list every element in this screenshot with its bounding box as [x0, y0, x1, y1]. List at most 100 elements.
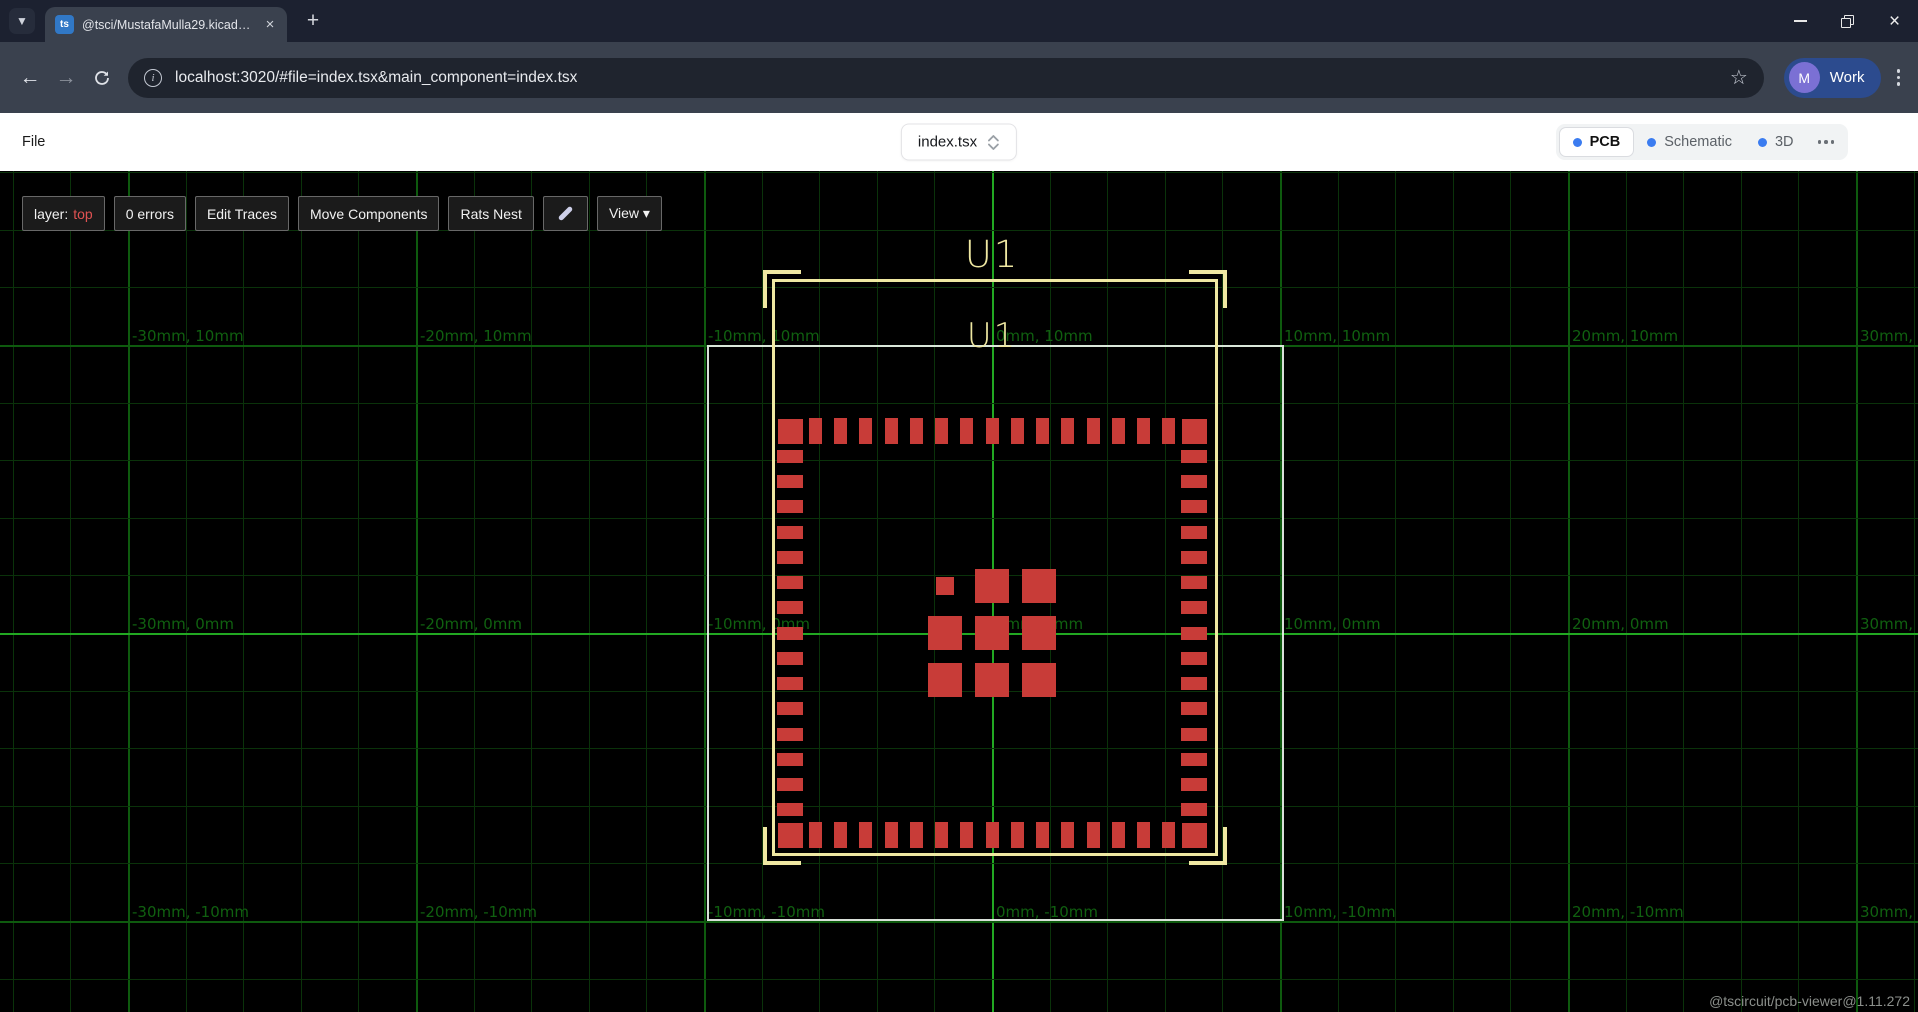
pcb-pad[interactable] [1022, 569, 1056, 603]
pcb-pad[interactable] [935, 418, 948, 444]
tab-pcb[interactable]: PCB [1559, 127, 1635, 157]
pcb-pad[interactable] [777, 652, 803, 665]
pcb-pad[interactable] [1181, 526, 1207, 539]
pcb-pad[interactable] [809, 418, 822, 444]
pcb-pad[interactable] [777, 627, 803, 640]
pcb-pad[interactable] [1182, 823, 1207, 848]
pcb-pad[interactable] [1112, 418, 1125, 444]
pcb-pad[interactable] [1181, 677, 1207, 690]
pcb-pad[interactable] [1087, 418, 1100, 444]
errors-button[interactable]: 0 errors [114, 196, 186, 231]
pcb-pad[interactable] [1162, 418, 1175, 444]
new-tab-button[interactable]: + [299, 7, 327, 35]
pcb-pad[interactable] [986, 418, 999, 444]
pcb-pad[interactable] [1181, 753, 1207, 766]
more-views-button[interactable] [1807, 140, 1846, 144]
pcb-pad[interactable] [834, 418, 847, 444]
pcb-pad[interactable] [777, 778, 803, 791]
pcb-pad[interactable] [910, 822, 923, 848]
pcb-pad[interactable] [777, 551, 803, 564]
pcb-pad[interactable] [1181, 728, 1207, 741]
pcb-pad[interactable] [928, 616, 962, 650]
window-restore-button[interactable] [1824, 0, 1871, 42]
pcb-pad[interactable] [777, 677, 803, 690]
pcb-pad[interactable] [777, 728, 803, 741]
pcb-pad[interactable] [1061, 418, 1074, 444]
pcb-pad[interactable] [885, 822, 898, 848]
pcb-pad[interactable] [1181, 500, 1207, 513]
back-button[interactable]: ← [12, 60, 48, 96]
pcb-pad[interactable] [777, 753, 803, 766]
forward-button[interactable]: → [48, 60, 84, 96]
pcb-pad[interactable] [777, 450, 803, 463]
pcb-pad[interactable] [1181, 702, 1207, 715]
pcb-pad[interactable] [1181, 652, 1207, 665]
pcb-pad[interactable] [1182, 419, 1207, 444]
layer-button[interactable]: layer: top [22, 196, 105, 231]
pcb-pad[interactable] [1181, 627, 1207, 640]
pcb-pad[interactable] [859, 418, 872, 444]
pcb-pad[interactable] [910, 418, 923, 444]
pcb-pad[interactable] [960, 822, 973, 848]
browser-tab[interactable]: ts @tsci/MustafaMulla29.kicad-lib × [45, 7, 287, 42]
pcb-pad[interactable] [1087, 822, 1100, 848]
pcb-pad[interactable] [778, 419, 803, 444]
tab-3d[interactable]: 3D [1745, 128, 1807, 156]
pcb-pad[interactable] [777, 526, 803, 539]
browser-menu-button[interactable] [1891, 63, 1907, 92]
pcb-pad[interactable] [1011, 822, 1024, 848]
pcb-pad[interactable] [1112, 822, 1125, 848]
pcb-pad[interactable] [777, 475, 803, 488]
pcb-pad[interactable] [1181, 803, 1207, 816]
pcb-pad[interactable] [975, 616, 1009, 650]
pcb-pad[interactable] [1181, 778, 1207, 791]
url-text[interactable]: localhost:3020/#file=index.tsx&main_comp… [175, 69, 577, 87]
profile-button[interactable]: M Work [1784, 58, 1881, 98]
pcb-pad[interactable] [859, 822, 872, 848]
pcb-pad[interactable] [1036, 418, 1049, 444]
pcb-pad[interactable] [1181, 601, 1207, 614]
edit-pencil-button[interactable] [543, 196, 588, 231]
pcb-pad[interactable] [1061, 822, 1074, 848]
file-selector-dropdown[interactable]: index.tsx [901, 124, 1017, 161]
window-minimize-button[interactable] [1777, 0, 1824, 42]
pcb-pad[interactable] [1137, 822, 1150, 848]
move-components-button[interactable]: Move Components [298, 196, 440, 231]
pcb-pad[interactable] [777, 803, 803, 816]
tab-schematic[interactable]: Schematic [1634, 128, 1745, 156]
pcb-pad[interactable] [1137, 418, 1150, 444]
pcb-pad[interactable] [960, 418, 973, 444]
window-close-button[interactable]: × [1871, 0, 1918, 42]
pcb-pad[interactable] [885, 418, 898, 444]
pcb-pad[interactable] [777, 576, 803, 589]
pcb-pad[interactable] [778, 823, 803, 848]
pcb-pad[interactable] [1181, 450, 1207, 463]
pcb-pad[interactable] [1162, 822, 1175, 848]
pcb-pad[interactable] [975, 663, 1009, 697]
pcb-pad[interactable] [777, 601, 803, 614]
rats-nest-button[interactable]: Rats Nest [448, 196, 533, 231]
pcb-pad[interactable] [928, 663, 962, 697]
edit-traces-button[interactable]: Edit Traces [195, 196, 289, 231]
pcb-pad[interactable] [975, 569, 1009, 603]
pcb-pad[interactable] [1022, 663, 1056, 697]
site-info-icon[interactable]: i [144, 69, 162, 87]
pcb-pad[interactable] [986, 822, 999, 848]
pcb-pad[interactable] [834, 822, 847, 848]
pcb-pad[interactable] [777, 500, 803, 513]
view-dropdown-button[interactable]: View ▾ [597, 196, 662, 231]
pcb-pad[interactable] [809, 822, 822, 848]
pcb-pad[interactable] [935, 822, 948, 848]
url-bar[interactable]: i localhost:3020/#file=index.tsx&main_co… [128, 58, 1764, 98]
pcb-pad[interactable] [1022, 616, 1056, 650]
tab-search-chevron-icon[interactable]: ▼ [9, 8, 35, 34]
pcb-pad[interactable] [1036, 822, 1049, 848]
pcb-pad[interactable] [777, 702, 803, 715]
tab-close-icon[interactable]: × [261, 16, 279, 34]
pcb-pad[interactable] [1181, 551, 1207, 564]
reload-button[interactable] [84, 60, 120, 96]
pcb-pad[interactable] [1181, 576, 1207, 589]
pcb-pad[interactable] [1011, 418, 1024, 444]
bookmark-star-icon[interactable]: ☆ [1730, 65, 1748, 90]
file-menu[interactable]: File [22, 134, 45, 150]
